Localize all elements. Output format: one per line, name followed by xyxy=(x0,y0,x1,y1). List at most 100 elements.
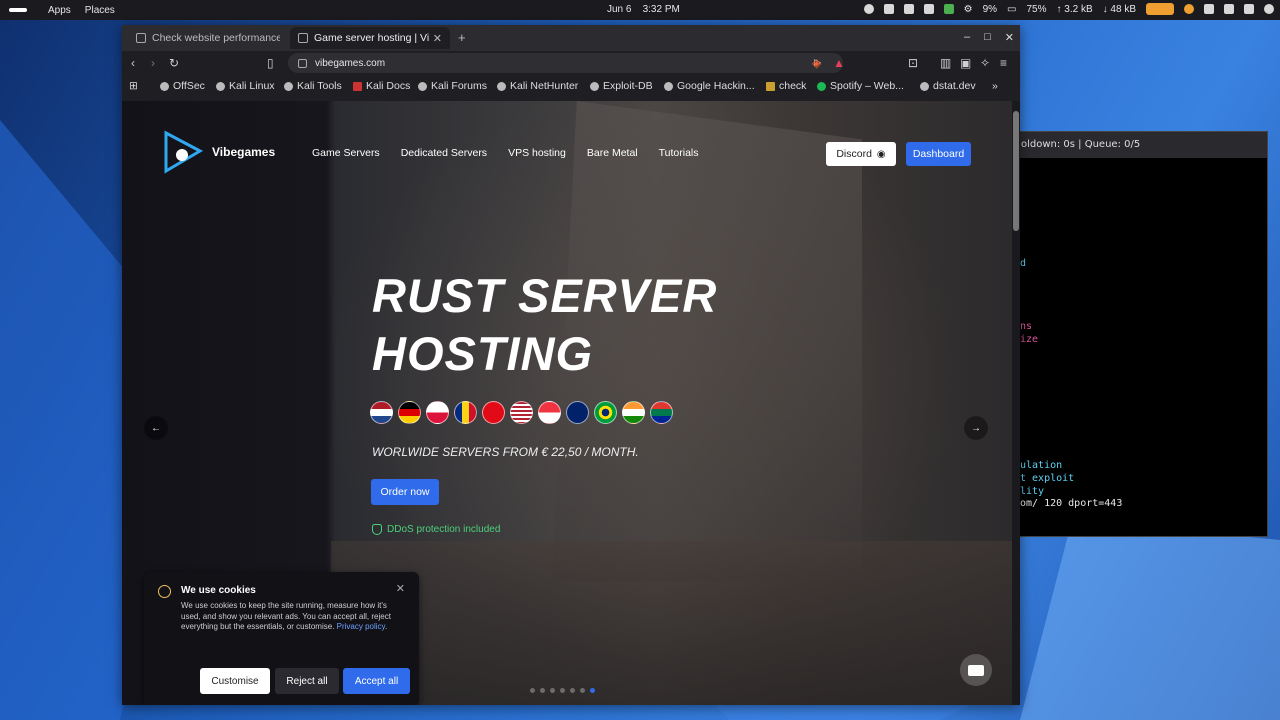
bookmark-label: Kali Tools xyxy=(297,80,342,92)
shield-icon xyxy=(372,524,382,535)
nav-bare-metal[interactable]: Bare Metal xyxy=(587,147,638,159)
accept-all-button[interactable]: Accept all xyxy=(343,668,410,694)
update-icon[interactable] xyxy=(863,4,874,14)
carousel-prev-button[interactable]: ← xyxy=(144,416,168,440)
scrollbar-thumb[interactable] xyxy=(1013,111,1019,231)
display-icon[interactable] xyxy=(1204,4,1214,14)
tab-title: Game server hosting | Vib xyxy=(314,32,429,44)
nav-game-servers[interactable]: Game Servers xyxy=(312,147,380,159)
carousel-next-button[interactable]: → xyxy=(964,416,988,440)
dashboard-button[interactable]: Dashboard xyxy=(906,142,971,166)
address-bar[interactable]: vibegames.com ▷ xyxy=(288,53,843,73)
site-navigation: Game Servers Dedicated Servers VPS hosti… xyxy=(312,147,699,159)
bookmark-spotify[interactable]: Spotify – Web... xyxy=(817,80,904,92)
wallet-icon[interactable]: ▣ xyxy=(960,56,971,70)
close-cookie-icon[interactable]: ✕ xyxy=(396,582,405,595)
page-scrollbar[interactable] xyxy=(1012,101,1020,705)
apps-grid-icon[interactable]: ⊞ xyxy=(129,80,138,92)
places-menu[interactable]: Places xyxy=(83,5,127,16)
recording-indicator-icon[interactable] xyxy=(1146,3,1174,15)
carousel-dot[interactable] xyxy=(560,688,565,693)
minimize-icon[interactable]: – xyxy=(964,31,970,44)
close-window-icon[interactable]: ✕ xyxy=(1005,31,1014,44)
vpn-icon[interactable] xyxy=(883,4,894,14)
extensions-icon[interactable]: ⊡ xyxy=(908,56,918,70)
maximize-icon[interactable]: □ xyxy=(984,31,991,44)
brave-rewards-icon[interactable]: ▲ xyxy=(833,56,845,70)
power-icon[interactable] xyxy=(1264,4,1274,14)
time-label: 3:32 PM xyxy=(642,4,680,15)
bookmark-exploit-db[interactable]: Exploit-DB xyxy=(590,80,653,92)
order-now-button[interactable]: Order now xyxy=(371,479,439,505)
carousel-dot[interactable] xyxy=(570,688,575,693)
brave-shield-icon[interactable]: ◈ xyxy=(812,56,821,70)
notifications-icon[interactable] xyxy=(1224,4,1234,14)
bookmark-kali-forums[interactable]: Kali Forums xyxy=(418,80,487,92)
forward-icon[interactable]: › xyxy=(151,56,155,70)
carousel-dot[interactable] xyxy=(580,688,585,693)
bookmarks-bar: ⊞ OffSec Kali Linux Kali Tools Kali Docs… xyxy=(122,75,1020,97)
browser-window: Check website performance a Game server … xyxy=(122,25,1020,705)
bookmark-label: Exploit-DB xyxy=(603,80,653,92)
new-tab-icon[interactable]: + xyxy=(458,30,466,45)
bookmark-offsec[interactable]: OffSec xyxy=(160,80,205,92)
site-logo[interactable]: Vibegames xyxy=(160,129,275,175)
microphone-icon[interactable] xyxy=(1184,4,1194,14)
menu-icon[interactable]: ≡ xyxy=(1000,56,1007,70)
bookmark-check[interactable]: check xyxy=(766,80,806,92)
terminal-line: om/ 120 dport=443 xyxy=(1020,498,1123,509)
bookmark-kali-docs[interactable]: Kali Docs xyxy=(353,80,410,92)
leo-ai-icon[interactable]: ✧ xyxy=(980,56,990,70)
sidebar-icon[interactable]: ▥ xyxy=(940,56,951,70)
tab-vibegames[interactable]: Game server hosting | Vib ✕ xyxy=(290,27,450,49)
bookmark-google-hacking[interactable]: Google Hackin... xyxy=(664,80,755,92)
reload-icon[interactable]: ↻ xyxy=(169,56,179,70)
bookmark-icon xyxy=(418,81,427,91)
site-info-icon[interactable] xyxy=(298,58,307,68)
volume-icon[interactable] xyxy=(1244,4,1254,14)
hero-title-line: RUST SERVER xyxy=(372,269,718,322)
carousel-dot[interactable] xyxy=(590,688,595,693)
terminal-line: ulation xyxy=(1020,460,1063,471)
privacy-policy-link[interactable]: Privacy policy xyxy=(337,622,385,631)
close-tab-icon[interactable]: ✕ xyxy=(433,32,442,45)
carousel-dot[interactable] xyxy=(530,688,535,693)
bookmark-kali-linux[interactable]: Kali Linux xyxy=(216,80,275,92)
tab-favicon-icon xyxy=(136,33,146,43)
hero-background-ground xyxy=(331,541,1012,705)
nav-vps-hosting[interactable]: VPS hosting xyxy=(508,147,566,159)
bookmark-kali-nethunter[interactable]: Kali NetHunter xyxy=(497,80,578,92)
lock-icon[interactable] xyxy=(943,4,954,14)
ddos-badge: DDoS protection included xyxy=(372,524,500,535)
bookmark-icon xyxy=(664,81,673,91)
reject-all-button[interactable]: Reject all xyxy=(275,668,339,694)
carousel-dot[interactable] xyxy=(550,688,555,693)
terminal-line: lity xyxy=(1020,486,1045,497)
back-icon[interactable]: ‹ xyxy=(131,56,135,70)
hero-title: RUST SERVER HOSTING xyxy=(372,267,717,383)
bookmark-icon[interactable]: ▯ xyxy=(267,56,274,70)
spotify-icon xyxy=(817,81,826,91)
more-bookmarks-icon[interactable]: » xyxy=(992,80,998,92)
nav-dedicated-servers[interactable]: Dedicated Servers xyxy=(401,147,487,159)
cpu-icon: ⚙ xyxy=(963,3,973,15)
tab-check-performance[interactable]: Check website performance a xyxy=(128,27,288,49)
chat-widget-button[interactable] xyxy=(960,654,992,686)
system-menu-icon[interactable] xyxy=(0,0,36,20)
url-text: vibegames.com xyxy=(315,57,386,69)
telegram-icon[interactable] xyxy=(903,4,914,14)
flag-australia-icon xyxy=(566,401,589,424)
carousel-dot[interactable] xyxy=(540,688,545,693)
flag-india-icon xyxy=(622,401,645,424)
bookmark-kali-tools[interactable]: Kali Tools xyxy=(284,80,342,92)
terminal-line: d xyxy=(1020,258,1027,269)
bookmark-dstat[interactable]: dstat.dev xyxy=(920,80,976,92)
terminal-window[interactable]: oldown: 0s | Queue: 0/5 d ns ize ulation… xyxy=(1010,131,1268,537)
discord-button[interactable]: Discord ◉ xyxy=(826,142,896,166)
clock[interactable]: Jun 6 3:32 PM xyxy=(607,4,680,15)
bookmark-label: Kali Linux xyxy=(229,80,275,92)
customise-button[interactable]: Customise xyxy=(200,668,270,694)
apps-menu[interactable]: Apps xyxy=(36,5,83,16)
discord-tray-icon[interactable] xyxy=(923,4,934,14)
nav-tutorials[interactable]: Tutorials xyxy=(659,147,699,159)
